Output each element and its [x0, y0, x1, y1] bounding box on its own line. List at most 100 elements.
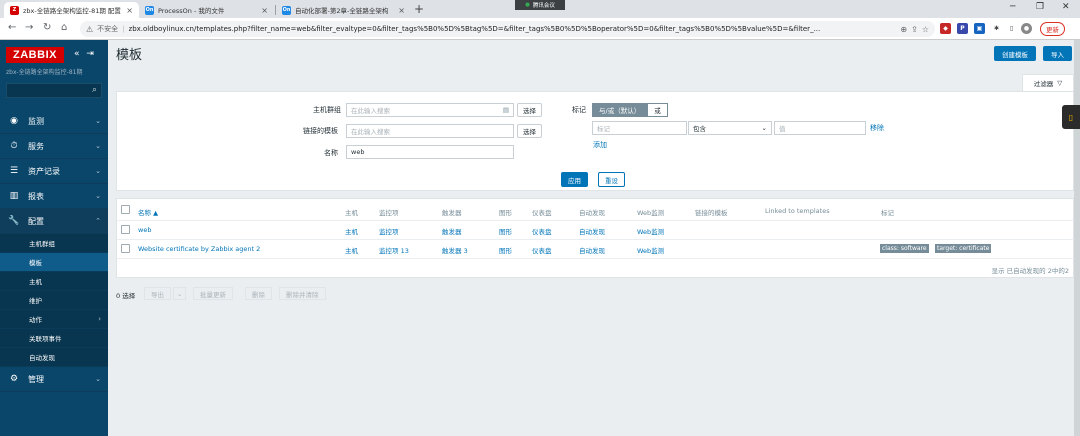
close-icon[interactable]: × [261, 6, 268, 15]
menu-item-services[interactable]: ⏱ 服务 ⌄ [0, 134, 108, 159]
sidebar-item-maintenance[interactable]: 维护 [0, 291, 108, 310]
share-icon[interactable]: ⇪ [911, 25, 918, 34]
tags-mode-or[interactable]: 或 [647, 103, 668, 117]
host-groups-label: 主机群组 [313, 106, 341, 114]
filter-tab[interactable]: 过滤器 ▽ [1022, 74, 1074, 91]
browser-tab-processon[interactable]: On ProcessOn - 我的文件 × [139, 2, 274, 18]
items-link[interactable]: 监控项 13 [379, 245, 409, 255]
meeting-label: 腾讯会议 [532, 3, 555, 9]
linked-templates-select-button[interactable]: 选择 [517, 124, 542, 138]
extension-icon[interactable]: ▣ [974, 23, 985, 34]
delete-button[interactable]: 删除 [245, 287, 272, 300]
sidebar-item-event-correlation[interactable]: 关联项事件 [0, 329, 108, 348]
triggers-link[interactable]: 触发器 [442, 226, 462, 236]
collapse-icon[interactable]: « [74, 49, 80, 59]
discovery-link[interactable]: 自动发现 [579, 226, 605, 236]
menu-item-monitoring[interactable]: ◉ 监测 ⌄ [0, 109, 108, 134]
sidebar-item-host-groups[interactable]: 主机群组 [0, 234, 108, 253]
meeting-indicator[interactable]: ● 腾讯会议 [515, 0, 565, 10]
apply-button[interactable]: 应用 [561, 172, 588, 187]
template-name-link[interactable]: web [138, 226, 151, 234]
sidebar-item-discovery[interactable]: 自动发现 [0, 348, 108, 367]
close-icon[interactable]: × [126, 6, 133, 15]
hosts-link[interactable]: 主机 [345, 226, 358, 236]
host-groups-select-button[interactable]: 选择 [517, 103, 542, 117]
menu-label: 报表 [28, 191, 44, 201]
tag-badge[interactable]: class: software [880, 244, 929, 253]
dashboards-link[interactable]: 仪表盘 [532, 226, 552, 236]
column-header-name[interactable]: 名称 ▲ [138, 207, 158, 217]
forward-icon[interactable]: → [25, 22, 33, 33]
menu-label: 配置 [28, 216, 44, 226]
search-icon[interactable]: ⌕ [92, 85, 97, 95]
dashboards-link[interactable]: 仪表盘 [532, 245, 552, 255]
tag-value-input[interactable]: 值 [774, 121, 866, 135]
delete-and-clear-button[interactable]: 删除并清除 [279, 287, 326, 300]
avatar[interactable]: ● [1021, 23, 1032, 34]
window-close-icon[interactable]: ✕ [1062, 2, 1070, 12]
hosts-link[interactable]: 主机 [345, 245, 358, 255]
graphs-link[interactable]: 图形 [499, 245, 512, 255]
host-groups-input[interactable]: 在此输入搜索 ▤ [346, 103, 514, 117]
minimize-icon[interactable]: ─ [1010, 2, 1015, 12]
clock-icon: ⏱ [10, 141, 18, 151]
sidebar-search-input[interactable]: ⌕ [6, 83, 102, 98]
menu-item-reports[interactable]: ▥ 报表 ⌄ [0, 184, 108, 209]
reset-button[interactable]: 重设 [598, 172, 625, 187]
web-link[interactable]: Web监测 [637, 226, 664, 236]
graphs-link[interactable]: 图形 [499, 226, 512, 236]
home-icon[interactable]: ⌂ [61, 22, 67, 33]
import-button[interactable]: 导入 [1043, 46, 1072, 61]
chevron-down-icon: ⌄ [95, 192, 101, 200]
row-checkbox[interactable] [121, 244, 130, 253]
menu-item-configuration[interactable]: 🔧 配置 ⌃ [0, 209, 108, 234]
web-link[interactable]: Web监测 [637, 245, 664, 255]
main-menu: ◉ 监测 ⌄ ⏱ 服务 ⌄ ☰ 资产记录 ⌄ ▥ 报表 ⌄ 🔧 配置 ⌃ 主机群… [0, 109, 108, 392]
browser-tab-deploy[interactable]: On 自动化部署-第2章-全链路全架构 × [276, 2, 411, 18]
mass-update-button[interactable]: 批量更新 [193, 287, 233, 300]
sidepanel-icon[interactable]: ▯ [1006, 23, 1017, 34]
chevron-down-icon: ⌄ [95, 375, 101, 383]
row-checkbox[interactable] [121, 225, 130, 234]
name-input[interactable]: web [346, 145, 514, 159]
sidebar-item-actions[interactable]: 动作 › [0, 310, 108, 329]
side-panel-handle[interactable]: ▯ [1062, 105, 1080, 129]
restore-icon[interactable]: ❐ [1036, 2, 1044, 12]
extension-icon[interactable]: ◆ [940, 23, 951, 34]
menu-item-administration[interactable]: ⚙ 管理 ⌄ [0, 367, 108, 392]
new-tab-icon[interactable]: + [414, 2, 424, 16]
puzzle-icon[interactable]: ✱ [991, 23, 1002, 34]
menu-item-inventory[interactable]: ☰ 资产记录 ⌄ [0, 159, 108, 184]
extension-icon[interactable]: P [957, 23, 968, 34]
reload-icon[interactable]: ↻ [43, 22, 51, 33]
remove-tag-link[interactable]: 移除 [870, 123, 884, 133]
linked-templates-input[interactable]: 在此输入搜索 [346, 124, 514, 138]
create-template-button[interactable]: 创建模板 [994, 46, 1036, 61]
tag-operator-select[interactable]: 包含 ⌄ [688, 121, 772, 135]
export-button[interactable]: 导出 [144, 287, 171, 300]
close-icon[interactable]: × [398, 6, 405, 15]
scrollbar-track[interactable] [1074, 40, 1080, 436]
export-dropdown[interactable]: ⌄ [173, 287, 187, 300]
address-bar[interactable]: ⚠ 不安全 | zbx.oldboylinux.cn/templates.php… [80, 21, 935, 37]
tags-mode-and-or[interactable]: 与/或（默认） [592, 103, 648, 117]
discovery-link[interactable]: 自动发现 [579, 245, 605, 255]
zoom-icon[interactable]: ⊕ [900, 25, 907, 34]
kiosk-icon[interactable]: ⇥ [86, 49, 94, 59]
sidebar-item-hosts[interactable]: 主机 [0, 272, 108, 291]
zabbix-logo[interactable]: ZABBIX [6, 47, 64, 63]
select-all-checkbox[interactable] [121, 205, 130, 214]
url-text: zbx.oldboylinux.cn/templates.php?filter_… [128, 25, 821, 33]
browser-tab-zabbix[interactable]: Z zbx-全链路全架构监控-81期 配置 × [4, 2, 139, 18]
tag-badge[interactable]: target: certificate [935, 244, 992, 253]
update-button[interactable]: 更新 [1040, 22, 1065, 36]
bookmark-star-icon[interactable]: ☆ [922, 25, 929, 34]
back-icon[interactable]: ← [8, 22, 16, 33]
signal-icon: ● [525, 2, 530, 8]
sidebar-item-templates[interactable]: 模板 [0, 253, 108, 272]
tag-name-input[interactable]: 标记 [592, 121, 687, 135]
items-link[interactable]: 监控项 [379, 226, 399, 236]
triggers-link[interactable]: 触发器 3 [442, 245, 468, 255]
add-tag-link[interactable]: 添加 [593, 140, 607, 150]
template-name-link[interactable]: Website certificate by Zabbix agent 2 [138, 245, 260, 253]
